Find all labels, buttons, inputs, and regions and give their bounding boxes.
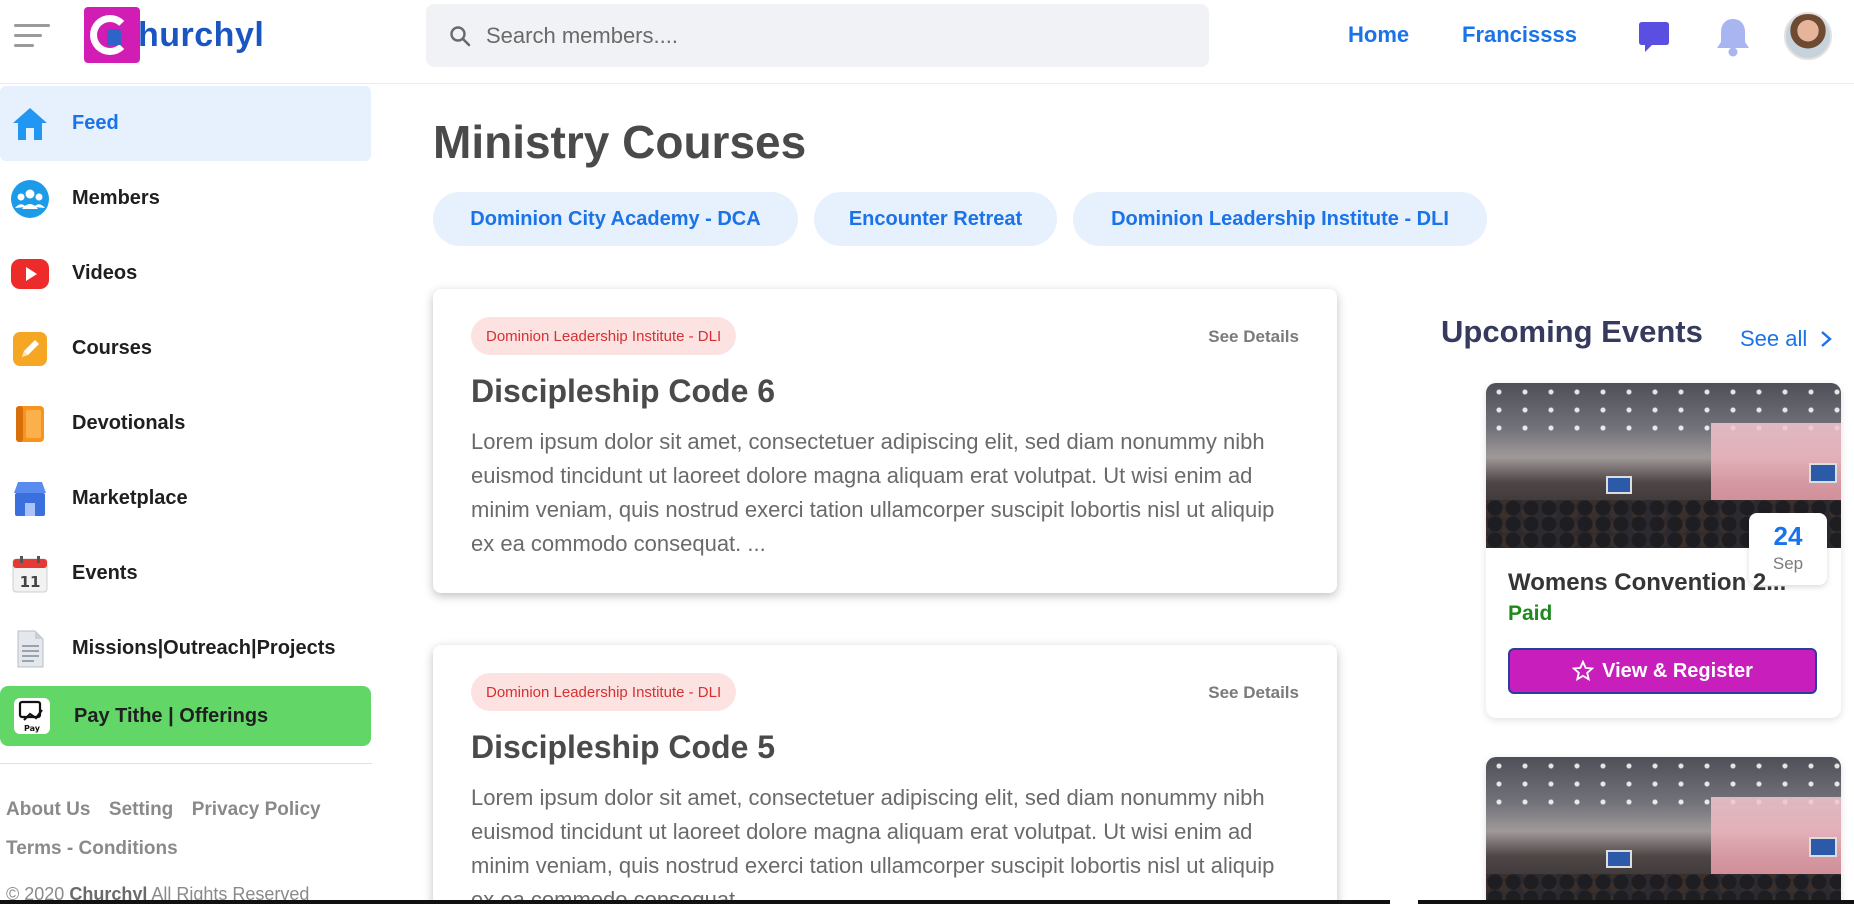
nav-profile-link[interactable]: Francissss xyxy=(1462,22,1577,48)
document-icon xyxy=(10,629,50,669)
footer-link-privacy[interactable]: Privacy Policy xyxy=(192,799,321,820)
sidebar-item-courses[interactable]: Courses xyxy=(0,311,371,386)
video-play-icon xyxy=(10,254,50,294)
top-header: hurchyl Home Francissss xyxy=(0,0,1854,84)
event-card[interactable] xyxy=(1486,757,1841,904)
search-bar[interactable] xyxy=(426,4,1209,67)
event-day: 24 xyxy=(1773,521,1803,551)
event-name: Womens Convention 2... xyxy=(1508,569,1787,596)
chevron-right-icon xyxy=(1821,331,1833,347)
user-avatar[interactable] xyxy=(1784,12,1832,60)
search-input[interactable] xyxy=(486,22,1186,49)
course-title: Discipleship Code 5 xyxy=(471,729,776,765)
see-all-label: See all xyxy=(1740,326,1808,351)
sidebar: Feed Members Videos Courses Devotionals … xyxy=(0,84,372,904)
sidebar-item-label: Members xyxy=(72,187,160,209)
calendar-icon: 11 xyxy=(10,554,50,594)
course-description: Lorem ipsum dolor sit amet, consectetuer… xyxy=(471,785,1275,904)
store-icon xyxy=(10,479,50,519)
sidebar-item-missions[interactable]: Missions|Outreach|Projects xyxy=(0,611,371,686)
see-details-link[interactable]: See Details xyxy=(1208,327,1299,347)
footer-link-setting[interactable]: Setting xyxy=(109,799,173,820)
see-details-link[interactable]: See Details xyxy=(1208,683,1299,703)
course-card[interactable]: Dominion Leadership Institute - DLI See … xyxy=(433,645,1337,904)
chip-dca[interactable]: Dominion City Academy - DCA xyxy=(433,192,798,246)
course-card[interactable]: Dominion Leadership Institute - DLI See … xyxy=(433,289,1337,593)
sidebar-item-marketplace[interactable]: Marketplace xyxy=(0,461,371,536)
sidebar-item-label: Missions|Outreach|Projects xyxy=(72,637,336,659)
page-title: Ministry Courses xyxy=(433,116,807,168)
search-icon xyxy=(450,25,471,46)
footer-link-terms[interactable]: Terms - Conditions xyxy=(6,838,178,859)
course-description: Lorem ipsum dolor sit amet, consectetuer… xyxy=(471,429,1275,556)
calendar-icon-day: 11 xyxy=(20,573,41,591)
pay-icon: Pay xyxy=(12,696,52,736)
sidebar-item-feed[interactable]: Feed xyxy=(0,86,371,161)
sidebar-item-label: Courses xyxy=(72,337,153,359)
star-icon xyxy=(1572,660,1595,682)
footer-link-about[interactable]: About Us xyxy=(6,799,90,820)
hamburger-menu-icon[interactable] xyxy=(14,22,50,50)
course-category-badge: Dominion Leadership Institute - DLI xyxy=(471,673,737,711)
course-category-badge: Dominion Leadership Institute - DLI xyxy=(471,317,737,355)
bottom-border xyxy=(0,900,1390,904)
sidebar-item-label: Videos xyxy=(72,262,138,284)
sidebar-item-label: Devotionals xyxy=(72,412,186,434)
sidebar-divider xyxy=(0,763,372,764)
nav-home-link[interactable]: Home xyxy=(1348,22,1409,48)
sidebar-item-label: Feed xyxy=(72,112,119,134)
logo-mark-icon xyxy=(84,7,140,63)
footer-links: About Us Setting Privacy Policy Terms - … xyxy=(6,790,366,868)
pay-tithe-button[interactable]: Pay Pay Tithe | Offerings xyxy=(0,686,371,746)
churchyl-logo[interactable]: hurchyl xyxy=(84,7,264,63)
view-register-button[interactable]: View & Register xyxy=(1508,648,1817,694)
sidebar-item-label: Marketplace xyxy=(72,487,188,509)
sidebar-item-events[interactable]: 11 Events xyxy=(0,536,371,611)
event-price: Paid xyxy=(1508,602,1553,625)
sidebar-item-videos[interactable]: Videos xyxy=(0,236,371,311)
event-image xyxy=(1486,757,1841,904)
chip-encounter-retreat[interactable]: Encounter Retreat xyxy=(814,192,1057,246)
chat-icon[interactable] xyxy=(1638,20,1670,59)
members-icon xyxy=(10,179,50,219)
pay-icon-label: Pay xyxy=(24,724,41,733)
logo-text: hurchyl xyxy=(138,15,265,54)
notification-bell-icon[interactable] xyxy=(1714,16,1752,63)
see-all-events-link[interactable]: See all xyxy=(1740,326,1835,352)
upcoming-events-title: Upcoming Events xyxy=(1441,314,1703,349)
bottom-border xyxy=(1418,900,1854,904)
sidebar-item-members[interactable]: Members xyxy=(0,161,371,236)
sidebar-item-label: Events xyxy=(72,562,138,584)
sidebar-item-devotionals[interactable]: Devotionals xyxy=(0,386,371,461)
pay-tithe-label: Pay Tithe | Offerings xyxy=(74,704,269,727)
book-icon xyxy=(10,404,50,444)
event-card[interactable]: 24 Sep Womens Convention 2... Paid View … xyxy=(1486,383,1841,718)
view-register-label: View & Register xyxy=(1602,659,1753,682)
home-icon xyxy=(10,104,50,144)
course-title: Discipleship Code 6 xyxy=(471,373,776,409)
chip-dli[interactable]: Dominion Leadership Institute - DLI xyxy=(1073,192,1487,246)
courses-pencil-icon xyxy=(10,329,50,369)
